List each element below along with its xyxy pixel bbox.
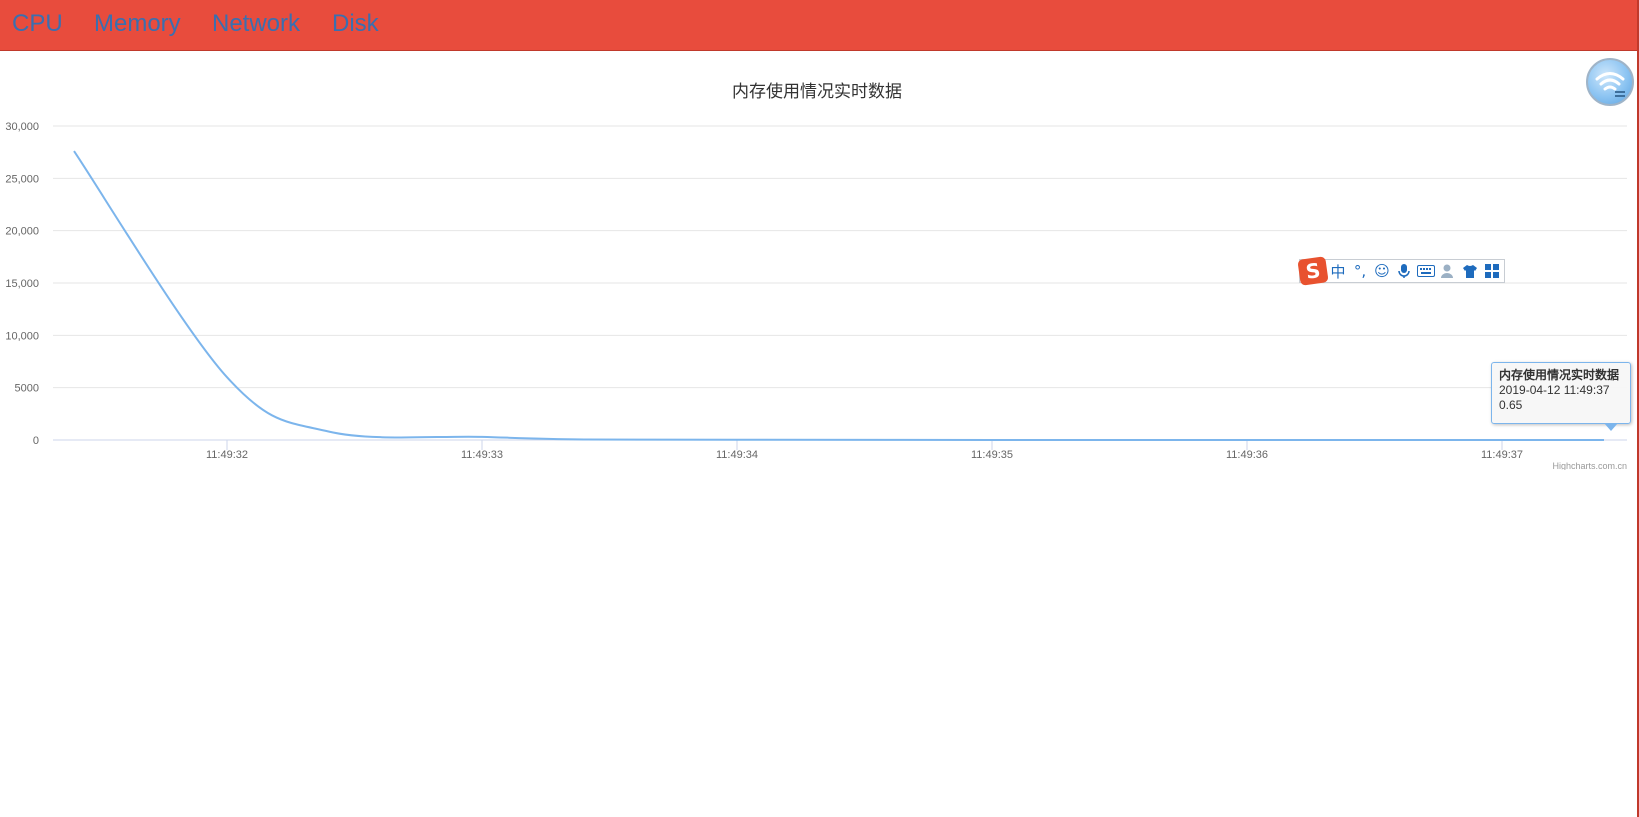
zhong-icon[interactable]: 中 [1327,260,1349,282]
x-axis: 11:49:32 11:49:33 11:49:34 11:49:35 11:49:36… [206,440,1523,461]
x-tick-label: 11:49:37 [1481,449,1523,461]
grid-icon[interactable] [1481,260,1503,282]
x-tick-label: 11:49:35 [971,449,1013,461]
nav-item-memory[interactable]: Memory [94,9,181,39]
chart-credit[interactable]: Highcharts.com.cn [1552,461,1627,470]
y-axis: 0 5000 10,000 15,000 20,000 25,000 30,000 [5,121,39,447]
nav-item-network[interactable]: Network [212,9,300,39]
ime-toolbar: S 中 °, ☺ [1297,255,1505,286]
y-tick-label: 25,000 [5,173,39,185]
y-tick-label: 10,000 [5,330,39,342]
nav-item-disk[interactable]: Disk [332,9,379,39]
series-line[interactable] [73,150,1605,441]
tooltip-title: 内存使用情况实时数据 [1499,368,1620,382]
tooltip-value: 0.65 [1499,398,1523,412]
emoji-icon[interactable]: ☺ [1371,260,1393,282]
wifi-icon[interactable] [1586,58,1634,106]
y-tick-label: 15,000 [5,278,39,290]
tooltip-time: 2019-04-12 11:49:37 [1499,383,1610,397]
microphone-icon[interactable] [1393,260,1415,282]
x-tick-label: 11:49:32 [206,449,248,461]
x-tick-label: 11:49:36 [1226,449,1268,461]
chart-title: 内存使用情况实时数据 [732,81,902,102]
y-tick-label: 30,000 [5,121,39,133]
chart-tooltip: 内存使用情况实时数据 2019-04-12 11:49:37 0.65 [1491,362,1631,424]
y-tick-label: 0 [33,435,39,447]
keyboard-icon[interactable] [1415,260,1437,282]
punctuation-icon[interactable]: °, [1349,260,1371,282]
sogou-logo-icon[interactable]: S [1297,255,1329,286]
user-icon[interactable] [1437,260,1459,282]
chart-grid [53,125,1627,441]
x-tick-label: 11:49:33 [461,449,503,461]
x-tick-label: 11:49:34 [716,449,758,461]
y-tick-label: 20,000 [5,226,39,238]
y-tick-label: 5000 [15,383,39,395]
nav-item-cpu[interactable]: CPU [12,9,63,39]
shirt-icon[interactable] [1459,260,1481,282]
tooltip-pointer [1604,423,1618,431]
top-navigation-bar: CPU Memory Network Disk [0,0,1637,51]
